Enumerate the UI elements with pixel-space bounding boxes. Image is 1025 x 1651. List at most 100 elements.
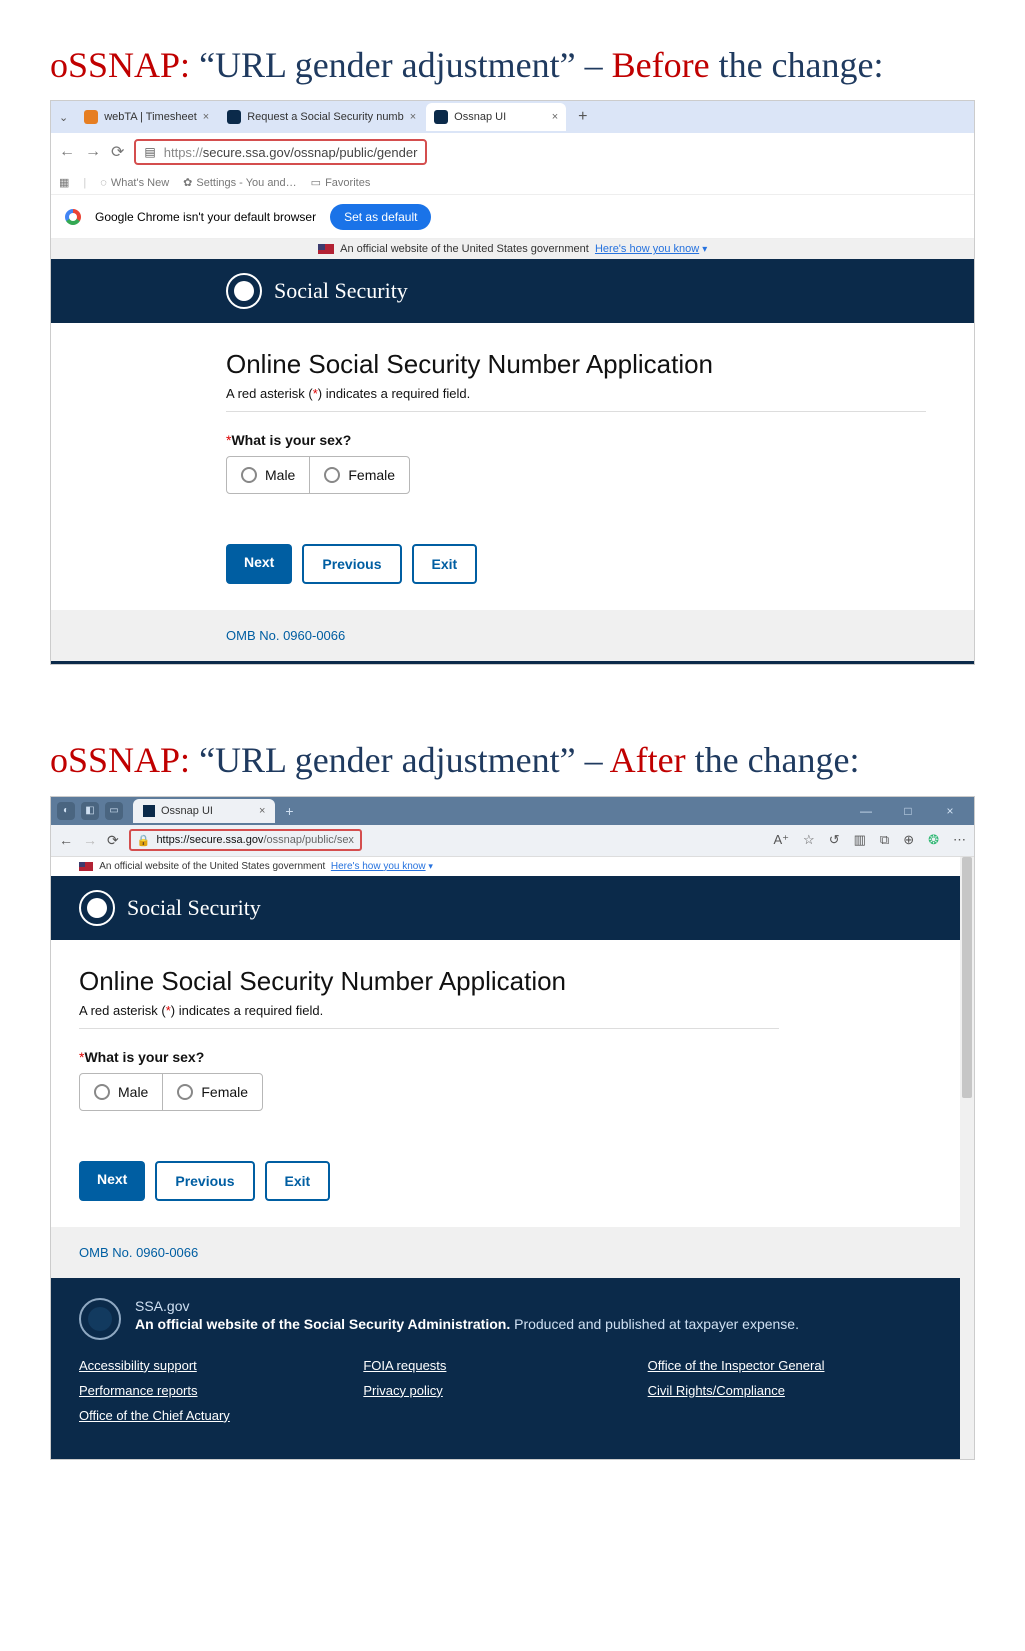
- favorite-icon[interactable]: ☆: [803, 832, 815, 848]
- radio-female[interactable]: Female: [162, 1074, 262, 1110]
- radio-male[interactable]: Male: [80, 1074, 162, 1110]
- omb-footer: OMB No. 0960-0066: [51, 1227, 960, 1278]
- new-tab-icon[interactable]: +: [568, 108, 597, 126]
- radio-group-sex: Male Female: [79, 1073, 263, 1111]
- url-bar[interactable]: 🔒 https://secure.ssa.gov/ossnap/public/s…: [129, 829, 362, 851]
- tab-close-icon[interactable]: ×: [410, 111, 416, 123]
- reload-icon[interactable]: ⟳: [107, 832, 119, 849]
- us-flag-icon: [318, 244, 334, 254]
- heading-prefix: oSSNAP:: [50, 45, 190, 85]
- heading-prefix: oSSNAP:: [50, 740, 190, 780]
- scrollbar-thumb[interactable]: [962, 857, 972, 1098]
- profile-icon[interactable]: ◐: [57, 802, 75, 820]
- apps-icon[interactable]: ▦: [59, 176, 69, 189]
- history-icon[interactable]: ↺: [829, 832, 840, 848]
- footer-link[interactable]: Office of the Inspector General: [648, 1358, 825, 1373]
- lock-icon[interactable]: 🔒: [137, 834, 151, 847]
- footer-link[interactable]: FOIA requests: [363, 1358, 446, 1373]
- back-icon[interactable]: ←: [59, 832, 73, 848]
- footer-link[interactable]: Performance reports: [79, 1383, 198, 1398]
- tabs-chevron-icon[interactable]: ⌄: [51, 111, 76, 124]
- tab-favicon-icon: [227, 110, 241, 124]
- heading-after: oSSNAP: “URL gender adjustment” – After …: [0, 695, 1025, 795]
- ssa-header: Social Security: [51, 876, 960, 940]
- tab-close-icon[interactable]: ×: [552, 111, 558, 123]
- radio-icon: [94, 1084, 110, 1100]
- ssa-seal-icon: [226, 273, 262, 309]
- tab-actions-icon[interactable]: ▭: [105, 802, 123, 820]
- heading-quote: “URL gender adjustment” –: [199, 45, 612, 85]
- radio-female[interactable]: Female: [309, 457, 409, 493]
- site-settings-icon[interactable]: ▤: [144, 145, 155, 159]
- tab-close-icon[interactable]: ×: [259, 805, 265, 817]
- folder-icon: ▭: [311, 176, 321, 189]
- bookmarks-bar: ▦ | ◌What's New ✿Settings - You and… ▭Fa…: [51, 171, 974, 195]
- exit-button[interactable]: Exit: [265, 1161, 331, 1201]
- split-icon[interactable]: ▥: [854, 832, 866, 848]
- ssa-footer: SSA.gov An official website of the Socia…: [51, 1278, 960, 1459]
- scrollbar[interactable]: [960, 857, 974, 1459]
- chrome-logo-icon: [65, 209, 81, 225]
- footer-link[interactable]: Civil Rights/Compliance: [648, 1383, 785, 1398]
- read-aloud-icon[interactable]: A⁺: [773, 832, 789, 848]
- back-icon[interactable]: ←: [59, 143, 75, 161]
- menu-icon[interactable]: ⋯: [953, 832, 966, 848]
- ssa-brand: Social Security: [127, 895, 261, 921]
- next-button[interactable]: Next: [79, 1161, 145, 1201]
- collections-icon[interactable]: ⧉: [880, 832, 889, 848]
- tab-favicon-icon: [434, 110, 448, 124]
- minimize-icon[interactable]: —: [846, 799, 886, 823]
- close-window-icon[interactable]: ×: [930, 799, 970, 823]
- url-host: https://secure.ssa.gov: [156, 834, 263, 846]
- set-default-button[interactable]: Set as default: [330, 204, 431, 230]
- footer-link[interactable]: Privacy policy: [363, 1383, 442, 1398]
- url-bar[interactable]: ▤ https://secure.ssa.gov/ossnap/public/g…: [134, 139, 427, 165]
- url-path: secure.ssa.gov/ossnap/public/gender: [203, 145, 418, 160]
- chevron-down-icon[interactable]: ▾: [428, 861, 433, 871]
- browser-tab-active[interactable]: Ossnap UI ×: [426, 103, 566, 131]
- bookmark-item[interactable]: ◌What's New: [100, 177, 169, 189]
- chevron-down-icon[interactable]: ▾: [702, 244, 707, 255]
- footer-links: Accessibility support Performance report…: [79, 1358, 932, 1433]
- browser-tab-active[interactable]: Ossnap UI ×: [133, 799, 275, 823]
- radio-male[interactable]: Male: [227, 457, 309, 493]
- footer-link[interactable]: Office of the Chief Actuary: [79, 1408, 230, 1423]
- previous-button[interactable]: Previous: [155, 1161, 254, 1201]
- extensions-icon[interactable]: ⊕: [903, 832, 914, 848]
- divider: [226, 411, 926, 412]
- page-content: Online Social Security Number Applicatio…: [51, 940, 974, 1201]
- button-row: Next Previous Exit: [226, 544, 974, 584]
- ssa-seal-icon: [79, 1298, 121, 1340]
- gov-banner-link[interactable]: Here's how you know: [595, 243, 699, 255]
- page-content: Online Social Security Number Applicatio…: [51, 323, 974, 584]
- next-button[interactable]: Next: [226, 544, 292, 584]
- gov-banner-text: An official website of the United States…: [99, 861, 325, 872]
- gov-banner-link[interactable]: Here's how you know: [331, 861, 426, 872]
- default-browser-banner: Google Chrome isn't your default browser…: [51, 195, 974, 239]
- forward-icon[interactable]: →: [83, 832, 97, 848]
- question-label: *What is your sex?: [79, 1049, 974, 1065]
- omb-footer: OMB No. 0960-0066: [51, 610, 974, 664]
- new-tab-icon[interactable]: +: [275, 803, 303, 819]
- radio-icon: [241, 467, 257, 483]
- forward-icon[interactable]: →: [85, 143, 101, 161]
- bookmark-item[interactable]: ✿Settings - You and…: [183, 176, 297, 189]
- ssa-header: Social Security: [51, 259, 974, 323]
- tab-close-icon[interactable]: ×: [203, 111, 209, 123]
- gear-icon: ✿: [183, 176, 192, 189]
- browser-tab[interactable]: webTA | Timesheet ×: [76, 103, 217, 131]
- copilot-icon[interactable]: ❂: [928, 832, 939, 848]
- exit-button[interactable]: Exit: [412, 544, 478, 584]
- radio-icon: [324, 467, 340, 483]
- edge-actions: A⁺ ☆ ↺ ▥ ⧉ ⊕ ❂ ⋯: [773, 832, 966, 848]
- page-title: Online Social Security Number Applicatio…: [226, 349, 974, 380]
- workspaces-icon[interactable]: ◧: [81, 802, 99, 820]
- bookmark-folder[interactable]: ▭Favorites: [311, 176, 371, 189]
- browser-tab[interactable]: Request a Social Security numb ×: [219, 103, 424, 131]
- maximize-icon[interactable]: □: [888, 799, 928, 823]
- edge-toolbar: ← → ⟳ 🔒 https://secure.ssa.gov/ossnap/pu…: [51, 825, 974, 857]
- reload-icon[interactable]: ⟳: [111, 142, 124, 162]
- heading-before: oSSNAP: “URL gender adjustment” – Before…: [0, 0, 1025, 100]
- previous-button[interactable]: Previous: [302, 544, 401, 584]
- footer-link[interactable]: Accessibility support: [79, 1358, 197, 1373]
